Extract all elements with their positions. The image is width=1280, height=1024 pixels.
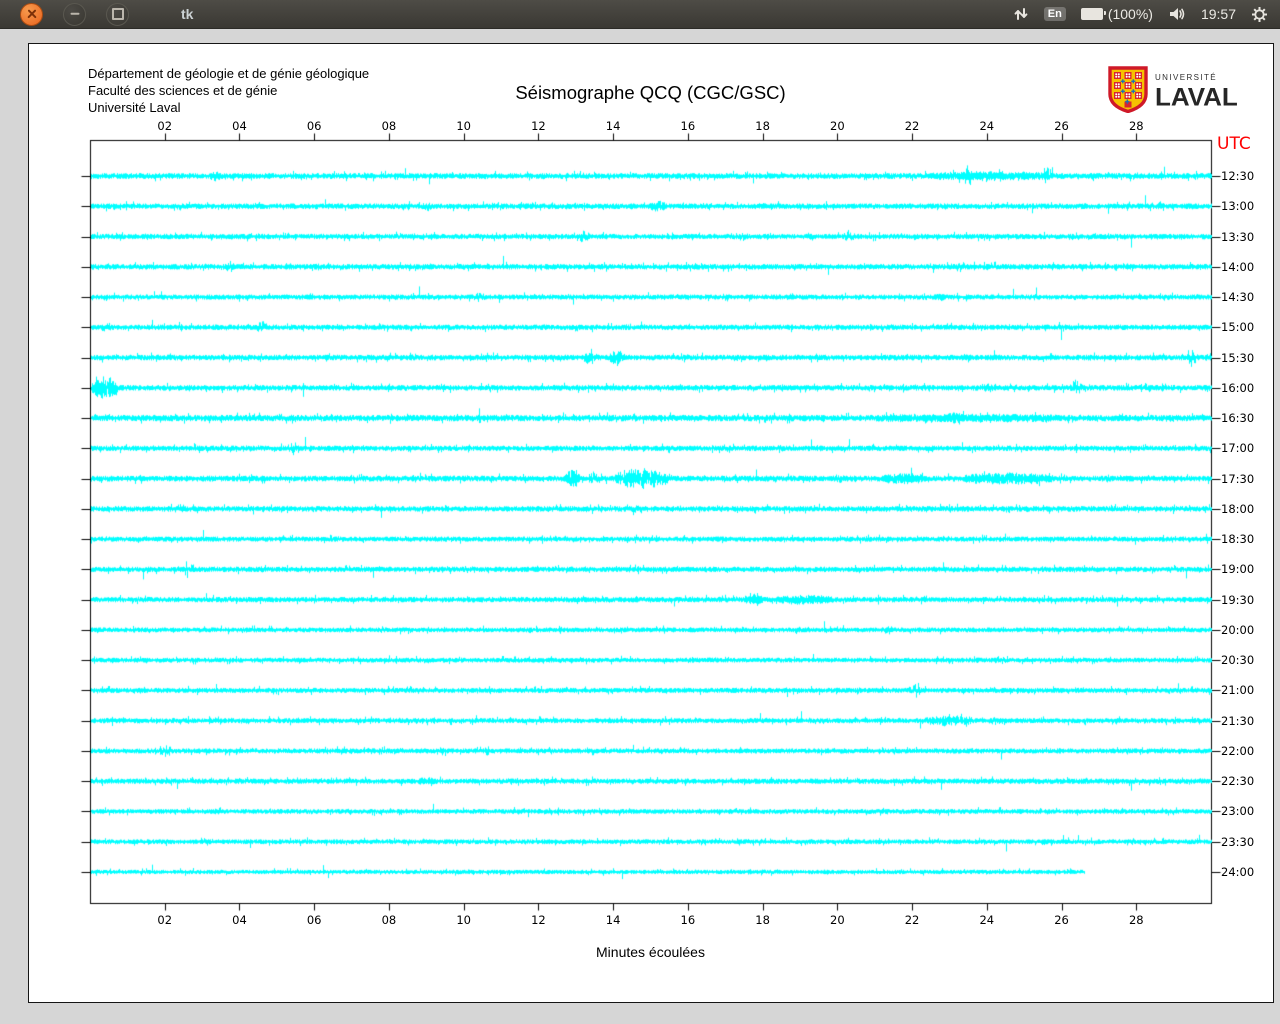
x-tick-label: 10 xyxy=(456,119,471,133)
x-tick-label: 06 xyxy=(306,913,322,927)
utc-time-label: 13:30 xyxy=(1221,229,1255,244)
x-tick-label: 26 xyxy=(1054,119,1069,133)
session-gear-icon[interactable] xyxy=(1251,6,1268,23)
x-tick-label: 14 xyxy=(605,913,621,927)
x-tick-label: 12 xyxy=(531,913,546,927)
utc-time-label: 20:00 xyxy=(1221,622,1255,637)
x-tick-label: 12 xyxy=(531,119,546,133)
x-tick-label: 02 xyxy=(157,913,173,927)
utc-time-label: 21:00 xyxy=(1221,683,1255,698)
top-panel: tk En (100%) 19:57 xyxy=(0,0,1280,29)
laval-shield-icon xyxy=(1108,66,1148,118)
laval-wordmark: UNIVERSITÉ LAVAL xyxy=(1155,74,1238,110)
x-tick-label: 22 xyxy=(904,119,920,133)
utc-time-label: 18:30 xyxy=(1221,532,1255,547)
x-tick-label: 18 xyxy=(755,119,770,133)
x-tick-label: 24 xyxy=(979,119,995,133)
utc-time-label: 23:30 xyxy=(1221,834,1255,849)
utc-time-label: 16:30 xyxy=(1221,411,1255,426)
utc-time-label: 13:00 xyxy=(1221,199,1255,214)
x-tick-label: 18 xyxy=(755,913,770,927)
utc-axis-title: UTC xyxy=(1217,134,1251,154)
x-tick-label: 20 xyxy=(830,119,845,133)
desktop: { "titlebar": { "title": "tk", "keyboard… xyxy=(0,0,1280,1024)
x-tick-label: 08 xyxy=(381,913,397,927)
tk-window: Département de géologie et de génie géol… xyxy=(28,43,1274,1003)
utc-time-label: 22:30 xyxy=(1221,774,1255,789)
system-tray: En (100%) 19:57 xyxy=(1013,6,1280,23)
x-tick-label: 28 xyxy=(1128,913,1144,927)
x-tick-label: 16 xyxy=(680,913,696,927)
keyboard-layout-indicator[interactable]: En xyxy=(1043,7,1066,21)
utc-time-label: 18:00 xyxy=(1221,501,1255,516)
laval-wordmark-small: UNIVERSITÉ xyxy=(1155,73,1218,82)
clock[interactable]: 19:57 xyxy=(1201,6,1236,22)
x-tick-label: 22 xyxy=(904,913,920,927)
x-axis-title: Minutes écoulées xyxy=(596,944,705,960)
utc-time-label: 16:00 xyxy=(1221,380,1255,395)
x-tick-label: 24 xyxy=(979,913,995,927)
x-tick-label: 08 xyxy=(381,119,397,133)
battery-indicator[interactable]: (100%) xyxy=(1080,6,1153,22)
volume-icon[interactable] xyxy=(1168,6,1186,22)
utc-time-label: 24:00 xyxy=(1221,864,1255,879)
x-tick-label: 06 xyxy=(306,119,322,133)
x-tick-label: 28 xyxy=(1128,119,1144,133)
utc-time-label: 15:00 xyxy=(1221,320,1255,335)
utc-time-label: 17:00 xyxy=(1221,441,1255,456)
utc-time-label: 14:30 xyxy=(1221,290,1255,305)
utc-time-label: 21:30 xyxy=(1221,713,1255,728)
x-tick-label: 16 xyxy=(680,119,696,133)
utc-time-label: 23:00 xyxy=(1221,804,1255,819)
battery-percentage: (100%) xyxy=(1107,6,1153,22)
x-tick-label: 20 xyxy=(830,913,845,927)
x-tick-label: 04 xyxy=(232,119,247,133)
institution-line-1: Département de géologie et de génie géol… xyxy=(88,66,370,81)
window-title: tk xyxy=(181,6,194,22)
window-controls xyxy=(20,2,129,26)
seismograph-plot-canvas xyxy=(29,44,1273,1002)
utc-time-label: 19:30 xyxy=(1221,592,1255,607)
utc-time-label: 20:30 xyxy=(1221,653,1255,668)
x-tick-label: 14 xyxy=(605,119,621,133)
x-tick-label: 10 xyxy=(456,913,471,927)
utc-time-label: 19:00 xyxy=(1221,562,1255,577)
network-updown-icon[interactable] xyxy=(1013,6,1029,22)
utc-time-label: 14:00 xyxy=(1221,259,1255,274)
plot-title: Séismographe QCQ (CGC/GSC) xyxy=(515,82,786,103)
utc-time-label: 22:00 xyxy=(1221,743,1255,758)
utc-time-label: 15:30 xyxy=(1221,350,1255,365)
utc-time-label: 12:30 xyxy=(1221,169,1255,183)
maximize-button[interactable] xyxy=(106,2,129,26)
minimize-button[interactable] xyxy=(63,2,86,26)
utc-time-label: 17:30 xyxy=(1221,471,1255,486)
laval-logo: UNIVERSITÉ LAVAL xyxy=(1108,66,1238,118)
x-tick-label: 02 xyxy=(157,119,173,133)
x-tick-label: 26 xyxy=(1054,913,1069,927)
close-button[interactable] xyxy=(20,2,43,26)
laval-wordmark-large: LAVAL xyxy=(1155,82,1238,112)
battery-icon xyxy=(1080,8,1106,20)
x-tick-label: 04 xyxy=(232,913,247,927)
